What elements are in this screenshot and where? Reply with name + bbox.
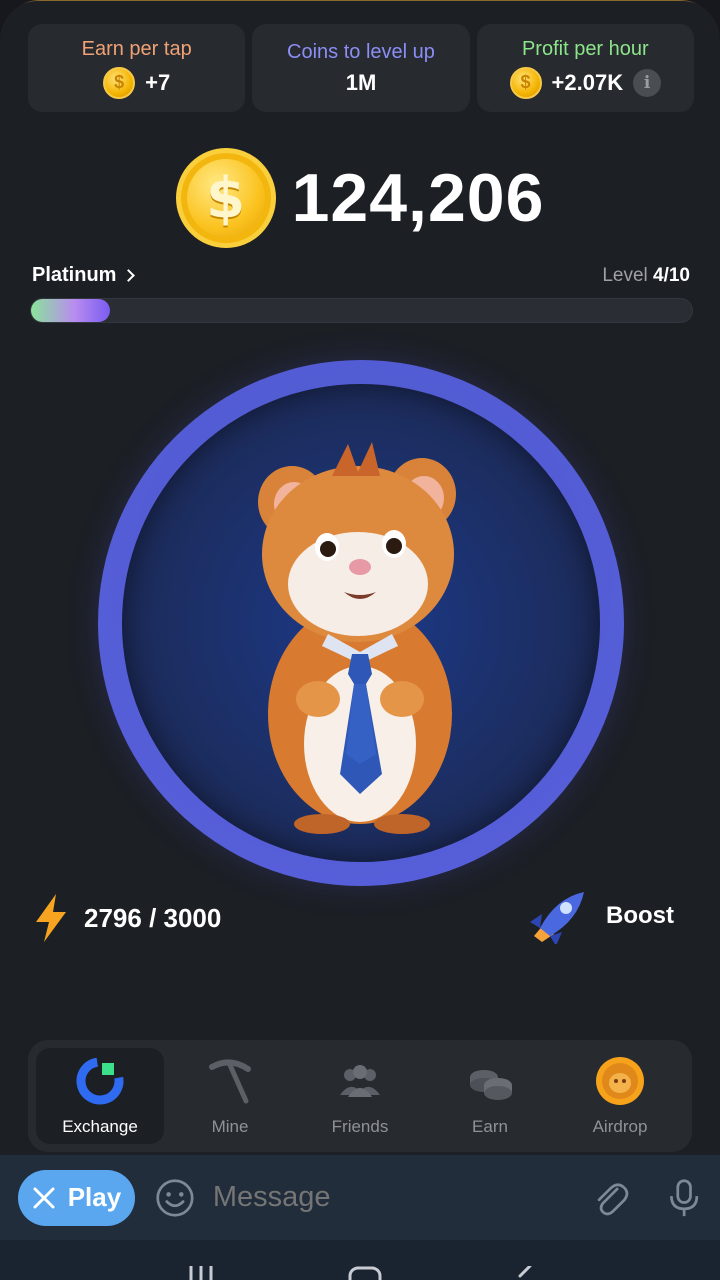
coins-to-level-card[interactable]: Coins to level up 1M xyxy=(252,24,470,112)
play-button[interactable]: Play xyxy=(18,1169,135,1226)
recent-apps-icon[interactable] xyxy=(186,1266,216,1280)
level-row: Platinum Level 4/10 xyxy=(32,264,690,287)
energy-indicator: 2796 / 3000 xyxy=(32,894,221,942)
energy-value: 2796 / 3000 xyxy=(84,902,222,933)
level-indicator: Level 4/10 xyxy=(602,265,690,287)
rank-link[interactable]: Platinum xyxy=(32,264,136,287)
nav-airdrop[interactable]: Airdrop xyxy=(556,1048,684,1144)
exchange-icon xyxy=(76,1057,124,1105)
pickaxe-icon xyxy=(209,1059,251,1104)
profit-per-hour-value: +2.07K xyxy=(551,69,624,95)
airdrop-coin-icon xyxy=(596,1057,644,1105)
info-icon[interactable]: i xyxy=(633,68,662,97)
nav-exchange-label: Exchange xyxy=(62,1117,138,1136)
boost-label: Boost xyxy=(606,902,674,929)
coins-to-level-label: Coins to level up xyxy=(287,40,435,63)
hamster-ceo-icon xyxy=(258,442,456,834)
rank-label: Platinum xyxy=(32,264,117,286)
nav-earn-label: Earn xyxy=(472,1117,508,1136)
chevron-right-icon xyxy=(122,269,136,282)
level-label: Level xyxy=(602,264,648,286)
nav-airdrop-label: Airdrop xyxy=(592,1117,648,1136)
earn-per-tap-label: Earn per tap xyxy=(81,37,192,60)
stats-row: Earn per tap $ +7 Coins to level up 1M P… xyxy=(28,24,694,112)
nav-mine[interactable]: Mine xyxy=(166,1048,294,1144)
level-progress-bar xyxy=(30,298,693,323)
friends-icon xyxy=(340,1065,380,1097)
profit-per-hour-card[interactable]: Profit per hour $ +2.07K i xyxy=(476,24,694,112)
tap-button-inner[interactable] xyxy=(122,384,600,862)
message-bar: Play xyxy=(0,1155,720,1240)
message-input[interactable] xyxy=(212,1181,590,1214)
earn-per-tap-value: +7 xyxy=(145,69,171,95)
app-frame: Earn per tap $ +7 Coins to level up 1M P… xyxy=(0,0,720,1155)
rocket-icon xyxy=(530,892,584,944)
close-icon xyxy=(33,1187,55,1208)
coins-stack-icon xyxy=(470,1070,512,1100)
coin-icon: $ xyxy=(103,66,136,99)
lightning-icon xyxy=(36,894,66,942)
home-icon[interactable] xyxy=(348,1266,382,1280)
emoji-icon[interactable] xyxy=(155,1176,195,1220)
level-value: 4/10 xyxy=(653,264,690,286)
coin-icon: $ xyxy=(509,66,542,99)
boost-button[interactable]: Boost xyxy=(526,888,674,944)
earn-per-tap-card[interactable]: Earn per tap $ +7 xyxy=(28,24,246,112)
attachment-icon[interactable] xyxy=(590,1176,630,1220)
microphone-icon[interactable] xyxy=(666,1176,702,1220)
nav-mine-label: Mine xyxy=(211,1117,249,1136)
nav-exchange[interactable]: Exchange xyxy=(36,1048,164,1144)
tap-button[interactable] xyxy=(98,360,624,886)
play-label: Play xyxy=(67,1182,122,1212)
nav-earn[interactable]: Earn xyxy=(426,1048,554,1144)
balance-value: 124,206 xyxy=(291,160,545,236)
dollar-coin-icon: $ xyxy=(175,148,276,248)
nav-friends-label: Friends xyxy=(331,1117,389,1136)
profit-per-hour-label: Profit per hour xyxy=(521,37,649,60)
bottom-nav: Exchange Mine Friends Earn Airdrop xyxy=(28,1040,692,1152)
nav-friends[interactable]: Friends xyxy=(296,1048,424,1144)
system-nav-bar xyxy=(0,1240,720,1280)
back-icon[interactable] xyxy=(514,1266,534,1280)
level-progress-fill xyxy=(31,299,111,322)
coins-to-level-value: 1M xyxy=(345,69,377,95)
balance: $ 124,206 xyxy=(0,148,720,248)
